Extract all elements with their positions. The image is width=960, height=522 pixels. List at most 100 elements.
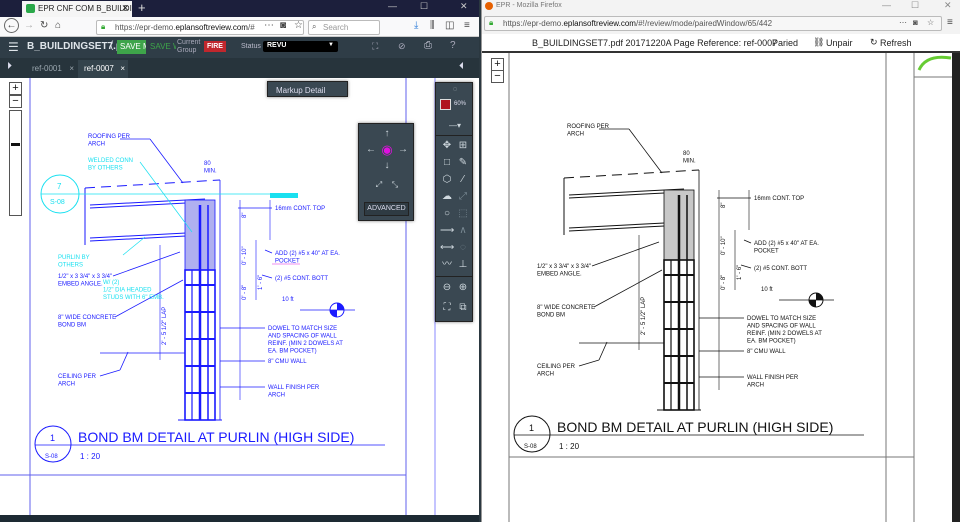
- area-icon[interactable]: ⬚: [456, 207, 470, 221]
- zoom-slider[interactable]: [9, 110, 22, 216]
- ref-tab-0001[interactable]: ref-0001 ×: [26, 60, 77, 78]
- maximize-icon[interactable]: ☐: [911, 0, 919, 11]
- collapse-panel-icon[interactable]: ⏴: [459, 61, 464, 72]
- roof-line: [84, 179, 221, 189]
- polygon-icon[interactable]: ⬡: [440, 173, 454, 187]
- minimize-icon[interactable]: —: [388, 1, 397, 11]
- stamp-icon[interactable]: ⊥: [456, 258, 470, 272]
- firefox-icon: [485, 2, 493, 10]
- opacity-value[interactable]: 60%: [454, 101, 466, 107]
- menu-icon[interactable]: ≡: [464, 20, 470, 31]
- pan-right-icon[interactable]: →: [396, 143, 410, 157]
- pan-up-icon[interactable]: ↑: [380, 127, 394, 141]
- zoom-out-icon[interactable]: ⊖: [440, 281, 454, 295]
- maximize-icon[interactable]: ☐: [420, 1, 428, 12]
- zoom-out-button[interactable]: −: [9, 95, 22, 108]
- move-icon[interactable]: ✥: [440, 139, 454, 153]
- back-icon[interactable]: ←: [4, 18, 19, 33]
- fullscreen-icon[interactable]: ⛶: [372, 41, 378, 52]
- library-icon[interactable]: ⫼: [430, 20, 435, 31]
- scrollbar[interactable]: [952, 53, 960, 522]
- save-markup-button[interactable]: SAVE MA: [117, 40, 146, 54]
- unpair-button[interactable]: Unpair: [826, 38, 853, 48]
- polyline-icon[interactable]: 〰: [440, 258, 454, 272]
- measure-line-icon[interactable]: ⤢: [456, 190, 470, 204]
- browser-tab[interactable]: EPR CNF COM B_BUILDINGSET7✕: [22, 1, 132, 17]
- hamburger-icon[interactable]: ☰: [8, 40, 19, 54]
- document-viewer[interactable]: ROOFING PER ARCH 80 MIN. 16mm CONT. TOP ADD (…: [482, 51, 960, 522]
- ref-tab-0007[interactable]: ref-0007 ×: [78, 60, 128, 78]
- zoom-in-button[interactable]: +: [9, 82, 22, 95]
- new-tab-button[interactable]: +: [138, 0, 146, 15]
- close-icon[interactable]: ×: [120, 64, 125, 73]
- forward-icon[interactable]: →: [24, 20, 34, 31]
- close-icon[interactable]: ×: [69, 64, 74, 73]
- bookmark-star-icon[interactable]: ☆: [294, 20, 303, 31]
- link-icon[interactable]: ⊘: [398, 41, 406, 52]
- bookmark-star-icon[interactable]: ☆: [927, 18, 934, 27]
- lock-icon: 🔒︎: [489, 18, 494, 27]
- drawing-canvas[interactable]: ROOFING PER ARCH 80 MIN. 16mm CONT. TOP ADD (…: [482, 53, 960, 522]
- markup-callout-number: 7: [57, 182, 62, 191]
- color-swatch[interactable]: [440, 99, 451, 110]
- pin-icon[interactable]: ◌: [448, 83, 462, 97]
- refresh-icon[interactable]: ↻: [870, 37, 878, 48]
- pan-left-icon[interactable]: ←: [364, 143, 378, 157]
- comment-icon[interactable]: ⊞: [456, 139, 470, 153]
- zoom-in-icon[interactable]: ⊕: [456, 281, 470, 295]
- center-icon[interactable]: ◉: [380, 143, 394, 157]
- note-dowel: DOWEL TO MATCH SIZE: [747, 316, 816, 322]
- rectangle-icon[interactable]: □: [440, 156, 454, 170]
- close-window-icon[interactable]: ✕: [460, 1, 468, 12]
- group-badge[interactable]: FIRE: [204, 41, 226, 52]
- minimize-icon[interactable]: —: [882, 0, 891, 10]
- menu-icon[interactable]: ≡: [947, 17, 953, 28]
- highlighter-icon[interactable]: ⁄: [456, 173, 470, 187]
- url-bar[interactable]: 🔒︎ https://epr-demo.eplansoftreview.com/#…: [484, 16, 942, 31]
- angle-icon[interactable]: ∧: [456, 224, 470, 238]
- print-icon[interactable]: ⎙: [424, 40, 432, 51]
- play-icon[interactable]: ⏵: [7, 61, 12, 72]
- note-ceiling: ARCH: [58, 382, 75, 388]
- pocket-icon[interactable]: ◙: [913, 18, 918, 27]
- markup-detail-button[interactable]: Markup Detail: [267, 81, 348, 97]
- collapse-icon[interactable]: (: [110, 40, 113, 51]
- pocket-icon[interactable]: ◙: [280, 20, 286, 31]
- more-icon[interactable]: ⋯: [899, 18, 907, 27]
- compare-icon[interactable]: ⧉: [456, 301, 470, 315]
- pan-down-icon[interactable]: ↓: [380, 159, 394, 173]
- unpair-icon[interactable]: ⛓: [813, 37, 824, 48]
- status-select[interactable]: REVU ▼: [263, 41, 338, 52]
- app-header: ☰ B_BUILDINGSET7.pdf ( SAVE MA SAVE W Cu…: [0, 37, 479, 58]
- cloud-icon[interactable]: ☁: [440, 190, 454, 204]
- circle-icon[interactable]: ○: [440, 207, 454, 221]
- radius-icon[interactable]: ◌: [456, 241, 470, 255]
- fit-page-icon[interactable]: ⛶: [440, 301, 454, 315]
- more-icon[interactable]: ⋯: [264, 20, 274, 31]
- detail-number: 1: [50, 433, 55, 443]
- search-input[interactable]: ⌕ Search: [308, 20, 380, 35]
- close-window-icon[interactable]: ✕: [944, 0, 952, 11]
- reload-icon[interactable]: ↻: [40, 20, 48, 31]
- dimension-icon[interactable]: ⟷: [440, 241, 454, 255]
- arrow-icon[interactable]: ⟶: [440, 224, 454, 238]
- expand-icon[interactable]: ⤢: [372, 178, 386, 192]
- advanced-button[interactable]: ADVANCED: [364, 202, 409, 216]
- pencil-icon[interactable]: ✎: [456, 156, 470, 170]
- navigation-panel: ↑ ← ◉ → ↓ ⤢ ⤡ ADVANCED: [358, 123, 414, 221]
- refresh-button[interactable]: Refresh: [880, 38, 912, 48]
- document-viewer[interactable]: ROOFING PER ARCH 80 MIN. 16mm CONT. TOP ADD (…: [0, 78, 479, 515]
- home-icon[interactable]: ⌂: [55, 20, 61, 31]
- shrink-icon[interactable]: ⤡: [388, 178, 402, 192]
- zoom-out-button[interactable]: −: [491, 70, 504, 83]
- close-tab-icon[interactable]: ✕: [121, 3, 129, 14]
- leader-line: [99, 369, 121, 377]
- dim-1-6: 1' - 6": [737, 265, 743, 280]
- download-icon[interactable]: ⤓: [414, 20, 418, 31]
- help-icon[interactable]: ?: [450, 40, 456, 51]
- line-style-select[interactable]: —▾: [442, 119, 468, 133]
- save-work-button[interactable]: SAVE W: [150, 42, 176, 51]
- sidebar-icon[interactable]: ◫: [445, 20, 454, 31]
- zoom-slider-handle[interactable]: [11, 143, 20, 146]
- divider: [436, 276, 472, 277]
